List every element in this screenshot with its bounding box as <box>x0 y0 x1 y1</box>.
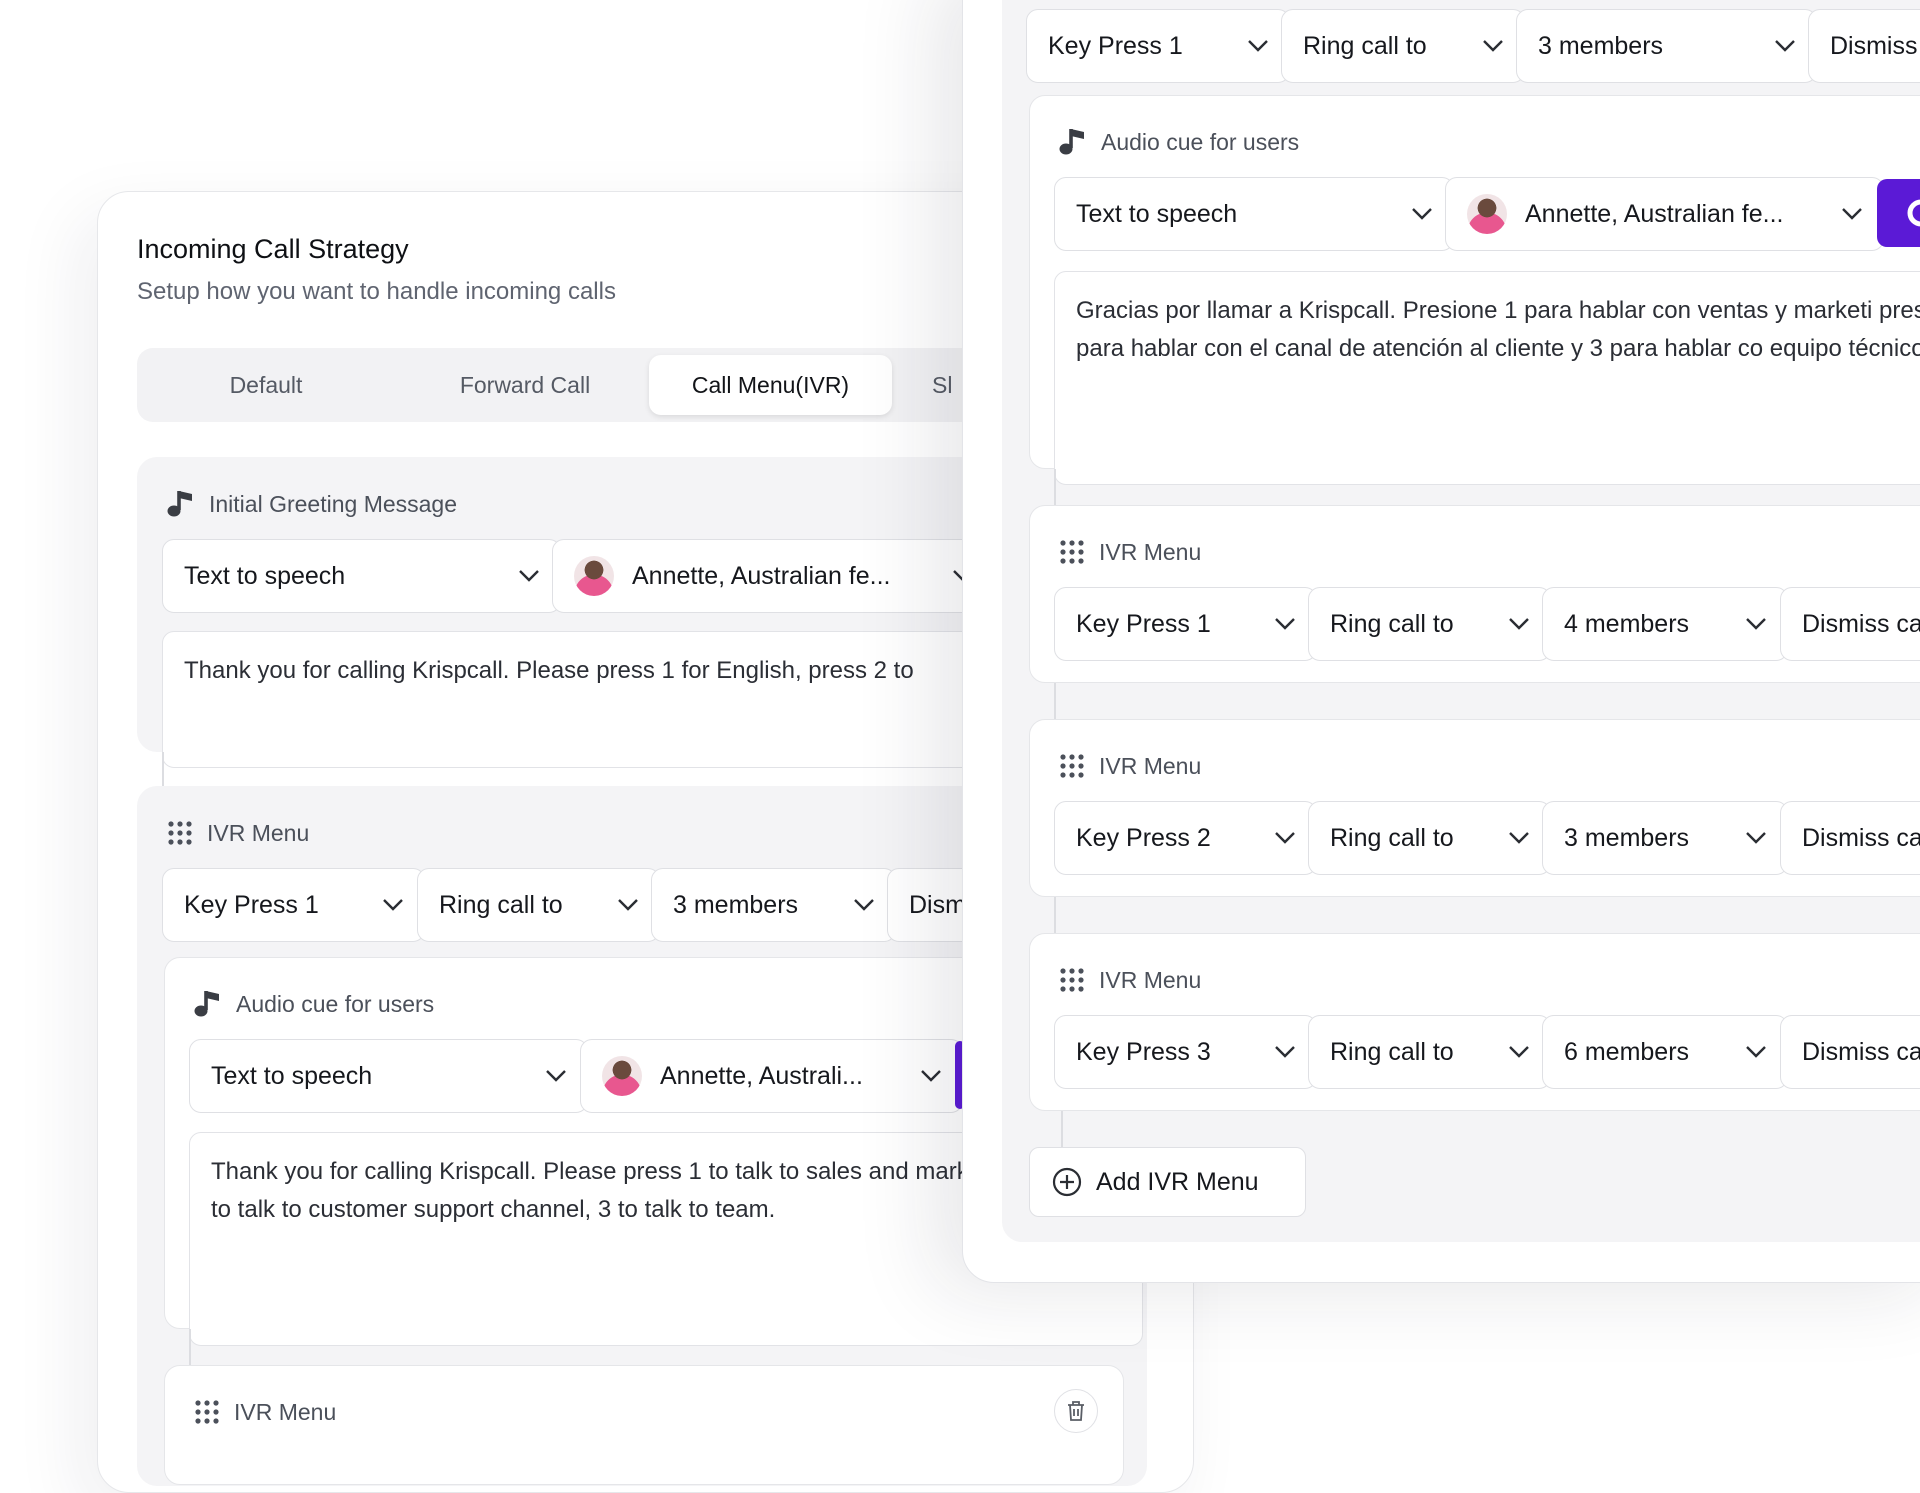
dismiss-select[interactable]: Dismiss <box>1808 9 1920 83</box>
action-select[interactable]: Ring call to <box>1308 1015 1551 1089</box>
dismiss-select[interactable]: Dismiss ca <box>1780 801 1920 875</box>
chevron-down-icon <box>617 898 639 912</box>
chevron-down-icon <box>518 569 540 583</box>
members-select[interactable]: 3 members <box>651 868 896 942</box>
key-press-select[interactable]: Key Press 1 <box>1054 587 1317 661</box>
chevron-down-icon <box>382 898 404 912</box>
members-select[interactable]: 3 members <box>1516 9 1817 83</box>
action-select[interactable]: Ring call to <box>1308 587 1551 661</box>
flow-connector <box>1054 469 1056 505</box>
greeting-mode-select[interactable]: Text to speech <box>162 539 561 613</box>
dismiss-select[interactable]: Dismiss ca <box>1780 587 1920 661</box>
page-subtitle: Setup how you want to handle incoming ca… <box>137 278 616 305</box>
audio-voice-select[interactable]: Annette, Australi... <box>580 1039 963 1113</box>
action-select[interactable]: Ring call to <box>417 868 660 942</box>
avatar <box>574 556 614 596</box>
grid-dots-icon[interactable] <box>1059 967 1085 993</box>
plus-circle-icon <box>1052 1167 1082 1197</box>
members-select[interactable]: 4 members <box>1542 587 1788 661</box>
ivr-detail-panel: Key Press 1 Ring call to 3 members Dismi… <box>962 0 1920 1283</box>
grid-dots-icon[interactable] <box>194 1399 220 1425</box>
key-press-select[interactable]: Key Press 2 <box>1054 801 1317 875</box>
action-select[interactable]: Ring call to <box>1281 9 1525 83</box>
chevron-down-icon <box>1508 831 1530 845</box>
audio-message[interactable]: Gracias por llamar a Krispcall. Presione… <box>1054 271 1920 485</box>
play-button[interactable] <box>1877 179 1920 247</box>
action-select[interactable]: Ring call to <box>1308 801 1551 875</box>
ivr-menu-label: IVR Menu <box>1059 749 1201 783</box>
greeting-voice-select[interactable]: Annette, Australian fe... <box>552 539 995 613</box>
page-title: Incoming Call Strategy <box>137 234 409 264</box>
grid-dots-icon[interactable] <box>1059 753 1085 779</box>
ivr-menu-label: IVR Menu <box>1059 535 1201 569</box>
add-ivr-menu-button[interactable]: Add IVR Menu <box>1029 1147 1306 1217</box>
chevron-down-icon <box>1274 831 1296 845</box>
flow-connector <box>1054 683 1056 719</box>
chevron-down-icon <box>1411 207 1433 221</box>
flow-connector <box>1061 1111 1063 1147</box>
greeting-label: Initial Greeting Message <box>167 487 457 521</box>
tab-call-menu-ivr[interactable]: Call Menu(IVR) <box>649 355 892 415</box>
avatar <box>1467 194 1507 234</box>
trash-icon[interactable] <box>1054 1389 1098 1433</box>
audio-voice-select[interactable]: Annette, Australian fe... <box>1445 177 1884 251</box>
flow-connector <box>1054 897 1056 933</box>
members-select[interactable]: 6 members <box>1542 1015 1788 1089</box>
chevron-down-icon <box>1247 39 1269 53</box>
chevron-down-icon <box>545 1069 567 1083</box>
music-note-icon <box>1059 127 1087 157</box>
tab-forward-call[interactable]: Forward Call <box>395 355 655 415</box>
grid-dots-icon[interactable] <box>1059 539 1085 565</box>
music-note-icon <box>167 489 195 519</box>
audio-mode-select[interactable]: Text to speech <box>1054 177 1454 251</box>
audio-cue-label: Audio cue for users <box>194 987 434 1021</box>
music-note-icon <box>194 989 222 1019</box>
play-icon <box>1907 199 1920 227</box>
dismiss-select[interactable]: Dismiss ca <box>1780 1015 1920 1089</box>
chevron-down-icon <box>1745 617 1767 631</box>
chevron-down-icon <box>1274 617 1296 631</box>
flow-connector <box>162 752 164 786</box>
chevron-down-icon <box>920 1069 942 1083</box>
chevron-down-icon <box>1274 1045 1296 1059</box>
chevron-down-icon <box>1508 617 1530 631</box>
key-press-select[interactable]: Key Press 1 <box>1026 9 1290 83</box>
tab-default[interactable]: Default <box>137 355 395 415</box>
avatar <box>602 1056 642 1096</box>
chevron-down-icon <box>1745 831 1767 845</box>
chevron-down-icon <box>1745 1045 1767 1059</box>
chevron-down-icon <box>1774 39 1796 53</box>
members-select[interactable]: 3 members <box>1542 801 1788 875</box>
audio-cue-label: Audio cue for users <box>1059 125 1299 159</box>
greeting-message[interactable]: Thank you for calling Krispcall. Please … <box>162 631 1021 768</box>
chevron-down-icon <box>853 898 875 912</box>
ivr-menu-label: IVR Menu <box>167 816 309 850</box>
chevron-down-icon <box>1482 39 1504 53</box>
strategy-tabs: Default Forward Call Call Menu(IVR) Sl <box>137 348 992 422</box>
chevron-down-icon <box>1508 1045 1530 1059</box>
key-press-select[interactable]: Key Press 3 <box>1054 1015 1317 1089</box>
audio-mode-select[interactable]: Text to speech <box>189 1039 588 1113</box>
ivr-menu-label: IVR Menu <box>1059 963 1201 997</box>
ivr-menu-2-label: IVR Menu <box>194 1395 336 1429</box>
grid-dots-icon[interactable] <box>167 820 193 846</box>
flow-connector <box>189 1329 191 1365</box>
key-press-select[interactable]: Key Press 1 <box>162 868 425 942</box>
chevron-down-icon <box>1841 207 1863 221</box>
